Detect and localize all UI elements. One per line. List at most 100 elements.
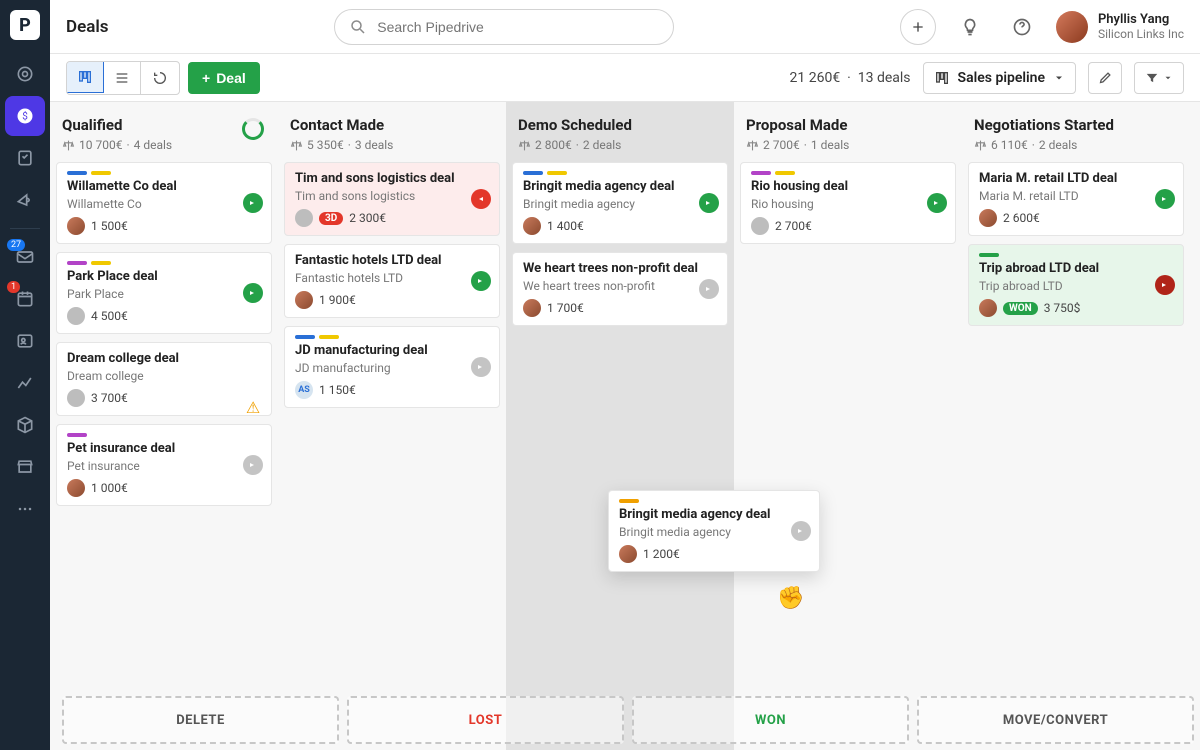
kanban-board: Qualified 10 700€ · 4 deals Willamette C…	[50, 102, 1200, 750]
column-value: 10 700€	[79, 138, 122, 152]
tips-icon[interactable]	[952, 9, 988, 45]
status-dot	[243, 455, 263, 475]
topbar: Deals Phyllis Yang Silicon Links Inc	[50, 0, 1200, 54]
card-amount: 1 700€	[547, 301, 584, 315]
nav-insights[interactable]	[5, 363, 45, 403]
column-header: Negotiations Started 6 110€ · 2 deals	[968, 112, 1184, 162]
nav-calendar[interactable]: 1	[5, 279, 45, 319]
card-org: We heart trees non-profit	[523, 279, 717, 293]
card-title: Trip abroad LTD deal	[979, 261, 1173, 277]
logo[interactable]: P	[10, 10, 40, 40]
nav-products[interactable]	[5, 405, 45, 445]
deal-card[interactable]: Pet insurance deal Pet insurance 1 000€	[56, 424, 272, 506]
view-kanban[interactable]	[66, 61, 104, 93]
nav-leads[interactable]	[5, 54, 45, 94]
deal-card[interactable]: Willamette Co deal Willamette Co 1 500€	[56, 162, 272, 244]
column-title: Contact Made	[290, 116, 494, 134]
nav-projects[interactable]	[5, 138, 45, 178]
owner-avatar	[523, 299, 541, 317]
dropzone-lost[interactable]: LOST	[347, 696, 624, 744]
pipeline-column[interactable]: Demo Scheduled 2 800€ · 2 deals Bringit …	[506, 102, 734, 750]
card-pill: WON	[1003, 302, 1038, 315]
card-org: Maria M. retail LTD	[979, 189, 1173, 203]
card-org: Tim and sons logistics	[295, 189, 489, 203]
pipeline-column[interactable]: Contact Made 5 350€ · 3 deals Tim and so…	[278, 102, 506, 750]
status-dot	[243, 283, 263, 303]
column-count: 2 deals	[1039, 138, 1078, 152]
add-deal-button[interactable]: +Deal	[188, 62, 260, 94]
chevron-down-icon	[1053, 72, 1065, 84]
status-dot	[791, 521, 811, 541]
status-dot	[1155, 189, 1175, 209]
owner-avatar	[619, 545, 637, 563]
card-amount: 2 600€	[1003, 211, 1040, 225]
help-icon[interactable]	[1004, 9, 1040, 45]
pipeline-column[interactable]: Negotiations Started 6 110€ · 2 deals Ma…	[962, 102, 1190, 750]
pipeline-icon	[934, 70, 950, 86]
card-title: Dream college deal	[67, 351, 261, 367]
page-title: Deals	[66, 17, 109, 37]
owner-avatar	[295, 291, 313, 309]
card-amount: 1 000€	[91, 481, 128, 495]
scale-icon	[62, 139, 75, 152]
filter-button[interactable]	[1134, 62, 1184, 94]
dropzone-move-convert[interactable]: MOVE/CONVERT	[917, 696, 1194, 744]
dropzone-delete[interactable]: DELETE	[62, 696, 339, 744]
mail-badge: 27	[7, 239, 25, 251]
deal-card[interactable]: Bringit media agency deal Bringit media …	[512, 162, 728, 244]
dragging-card[interactable]: Bringit media agency deal Bringit media …	[608, 490, 820, 572]
card-title: We heart trees non-profit deal	[523, 261, 717, 277]
column-title: Qualified	[62, 116, 266, 134]
card-org: Fantastic hotels LTD	[295, 271, 489, 285]
edit-pipeline-button[interactable]	[1088, 62, 1122, 94]
pipeline-column[interactable]: Qualified 10 700€ · 4 deals Willamette C…	[50, 102, 278, 750]
column-count: 2 deals	[583, 138, 622, 152]
rotting-indicator	[242, 118, 264, 140]
user-menu[interactable]: Phyllis Yang Silicon Links Inc	[1056, 11, 1184, 43]
column-header: Contact Made 5 350€ · 3 deals	[284, 112, 500, 162]
owner-avatar	[979, 209, 997, 227]
column-value: 2 800€	[535, 138, 572, 152]
deal-card[interactable]: JD manufacturing deal JD manufacturing A…	[284, 326, 500, 408]
view-list[interactable]	[103, 62, 141, 94]
card-amount: 1 400€	[547, 219, 584, 233]
nav-more[interactable]	[5, 489, 45, 529]
deal-card[interactable]: Tim and sons logistics deal Tim and sons…	[284, 162, 500, 236]
search-input[interactable]	[334, 9, 674, 45]
card-amount: 1 500€	[91, 219, 128, 233]
dropzone-won[interactable]: WON	[632, 696, 909, 744]
nav-mail[interactable]: 27	[5, 237, 45, 277]
status-dot	[471, 357, 491, 377]
column-header: Qualified 10 700€ · 4 deals	[56, 112, 272, 162]
status-dot	[699, 193, 719, 213]
deal-card[interactable]: Rio housing deal Rio housing 2 700€	[740, 162, 956, 244]
card-amount: 1 900€	[319, 293, 356, 307]
nav-campaigns[interactable]	[5, 180, 45, 220]
status-dot	[1155, 275, 1175, 295]
deal-card[interactable]: Dream college deal Dream college 3 700€ …	[56, 342, 272, 416]
deal-card[interactable]: We heart trees non-profit deal We heart …	[512, 252, 728, 326]
card-org: Rio housing	[751, 197, 945, 211]
deal-card[interactable]: Fantastic hotels LTD deal Fantastic hote…	[284, 244, 500, 318]
column-title: Demo Scheduled	[518, 116, 722, 134]
pipeline-column[interactable]: Proposal Made 2 700€ · 1 deals Rio housi…	[734, 102, 962, 750]
pipeline-summary: 21 260€ · 13 deals	[790, 70, 911, 86]
deal-card[interactable]: Maria M. retail LTD deal Maria M. retail…	[968, 162, 1184, 236]
card-amount: 3 700€	[91, 391, 128, 405]
deal-card[interactable]: Park Place deal Park Place 4 500€	[56, 252, 272, 334]
quick-add-button[interactable]	[900, 9, 936, 45]
owner-avatar	[979, 299, 997, 317]
nav-marketplace[interactable]	[5, 447, 45, 487]
owner-avatar	[67, 217, 85, 235]
nav-deals[interactable]: $	[5, 96, 45, 136]
deal-card[interactable]: Trip abroad LTD deal Trip abroad LTD WON…	[968, 244, 1184, 326]
pipeline-select[interactable]: Sales pipeline	[923, 62, 1076, 94]
toolbar: +Deal 21 260€ · 13 deals Sales pipeline	[50, 54, 1200, 102]
view-forecast[interactable]	[141, 62, 179, 94]
card-org: Pet insurance	[67, 459, 261, 473]
grab-cursor-icon: ✊	[777, 586, 804, 611]
card-title: Maria M. retail LTD deal	[979, 171, 1173, 187]
nav-contacts[interactable]	[5, 321, 45, 361]
owner-avatar	[67, 307, 85, 325]
card-amount: 1 200€	[643, 547, 680, 561]
